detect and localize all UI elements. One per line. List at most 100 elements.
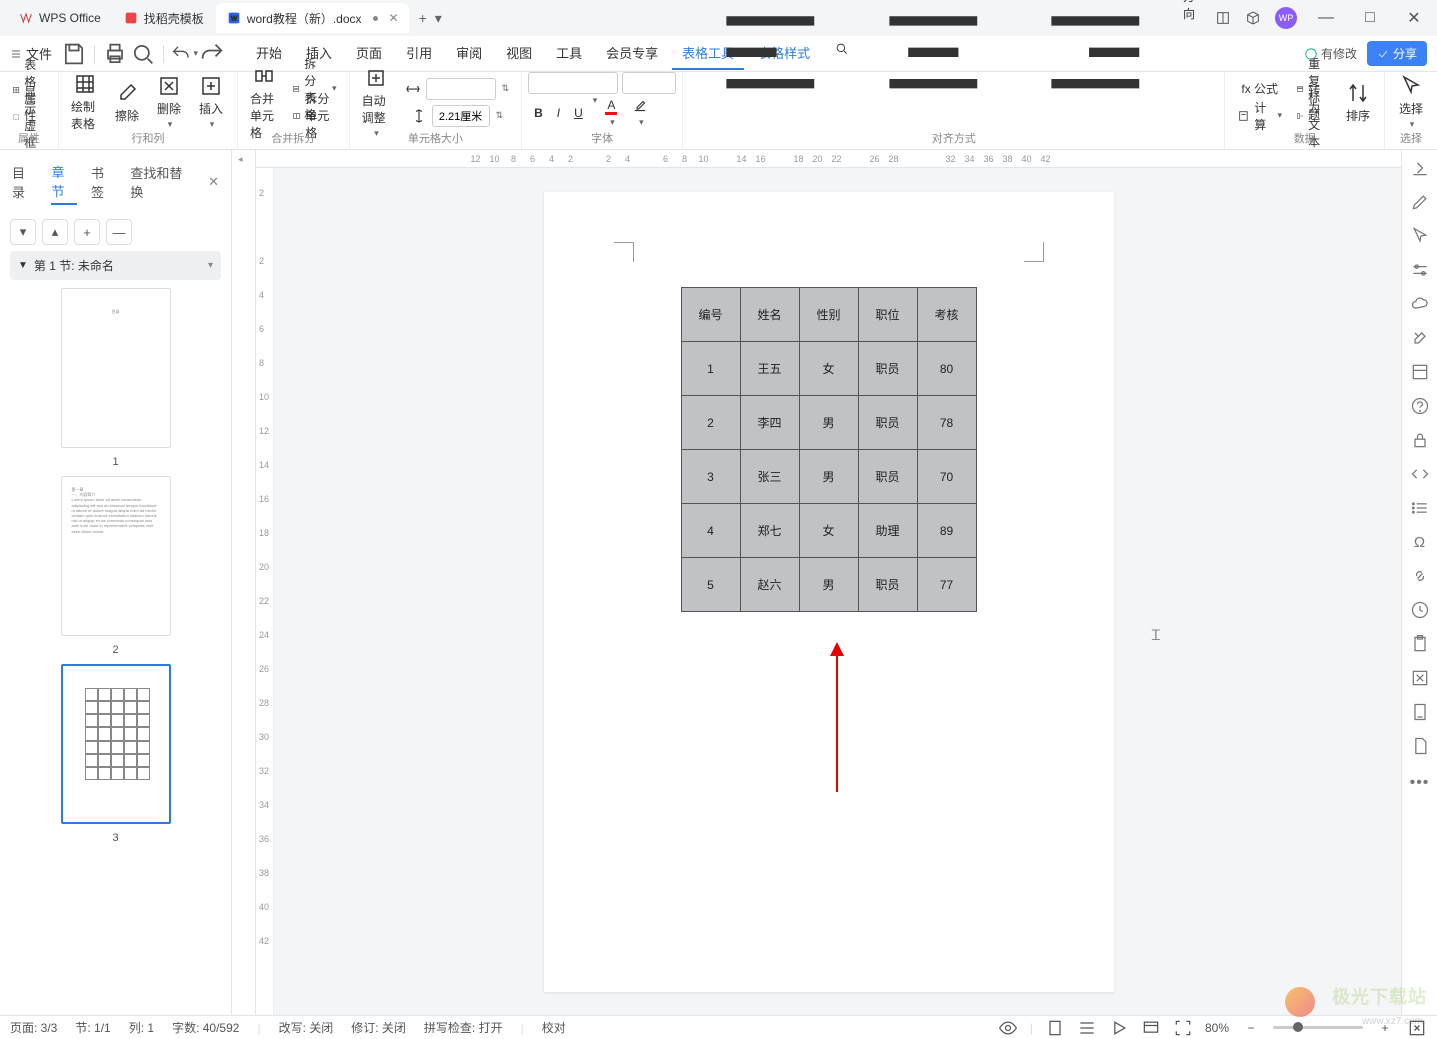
undo-icon[interactable]: ▾ [170, 40, 198, 68]
font-color-button[interactable]: A▾ [599, 95, 623, 130]
table-cell[interactable]: 4 [681, 504, 740, 558]
new-tab-button[interactable]: + [419, 10, 427, 26]
bold-button[interactable]: B [528, 95, 549, 130]
align-bl-button[interactable] [689, 0, 852, 130]
tab-tools[interactable]: 工具 [546, 37, 592, 70]
thumb-page-3[interactable] [61, 664, 171, 824]
tab-dropdown-button[interactable]: ▾ [435, 10, 442, 27]
nav-remove-button[interactable]: — [106, 219, 132, 245]
table-header-cell[interactable]: 姓名 [740, 288, 799, 342]
share-button[interactable]: 分享 [1367, 41, 1427, 66]
section-header[interactable]: ▼ 第 1 节: 未命名 ▾ [10, 251, 221, 280]
clipboard-icon[interactable] [1410, 634, 1430, 654]
table-cell[interactable]: 70 [917, 450, 976, 504]
view-outline-icon[interactable] [1077, 1018, 1097, 1038]
link-icon[interactable] [1410, 566, 1430, 586]
table-cell[interactable]: 1 [681, 342, 740, 396]
close-rail-icon[interactable] [1410, 668, 1430, 688]
select-icon[interactable] [1410, 226, 1430, 246]
table-row[interactable]: 3张三男职员70 [681, 450, 976, 504]
thumb-page-2[interactable]: 第一章一、内容简介Lorem ipsum dolor sit amet cons… [61, 476, 171, 636]
view-web-icon[interactable] [1141, 1018, 1161, 1038]
font-size-select[interactable] [622, 72, 676, 94]
app-tab[interactable]: WPS Office [8, 3, 111, 33]
cube-icon[interactable] [1245, 10, 1261, 26]
status-section[interactable]: 节: 1/1 [75, 1019, 110, 1036]
help-icon[interactable] [1410, 396, 1430, 416]
table-cell[interactable]: 89 [917, 504, 976, 558]
zoom-value[interactable]: 80% [1205, 1021, 1229, 1035]
more-icon[interactable]: ••• [1410, 774, 1430, 792]
collapse-rail-icon[interactable] [1410, 158, 1430, 178]
lock-icon[interactable] [1410, 430, 1430, 450]
nav-add-button[interactable]: + [74, 219, 100, 245]
table-cell[interactable]: 2 [681, 396, 740, 450]
eye-icon[interactable] [998, 1018, 1018, 1038]
tab-reference[interactable]: 引用 [396, 37, 442, 70]
edit-icon[interactable] [1410, 192, 1430, 212]
table-cell[interactable]: 女 [799, 504, 858, 558]
outline-icon[interactable] [1410, 362, 1430, 382]
status-page[interactable]: 页面: 3/3 [10, 1019, 57, 1036]
sort-button[interactable]: 排序 [1338, 74, 1378, 130]
maximize-button[interactable]: □ [1355, 3, 1385, 33]
close-window-button[interactable]: ✕ [1399, 3, 1429, 33]
sidebar-tab-bookmarks[interactable]: 书签 [91, 163, 116, 204]
table-row[interactable]: 1王五女职员80 [681, 342, 976, 396]
thumb-page-1[interactable]: 目录 [61, 288, 171, 448]
zoom-slider[interactable] [1273, 1026, 1363, 1029]
nav-down-button[interactable]: ▾ [10, 219, 36, 245]
align-br-button[interactable] [1014, 0, 1177, 130]
table-cell[interactable]: 77 [917, 558, 976, 612]
table-header-cell[interactable]: 考核 [917, 288, 976, 342]
align-bc-button[interactable] [852, 0, 1015, 130]
table-cell[interactable]: 女 [799, 342, 858, 396]
fit-icon[interactable] [1407, 1018, 1427, 1038]
view-page-icon[interactable] [1045, 1018, 1065, 1038]
settings-icon[interactable] [1410, 260, 1430, 280]
italic-button[interactable]: I [551, 95, 566, 130]
table-cell[interactable]: 职员 [858, 450, 917, 504]
table-cell[interactable]: 男 [799, 558, 858, 612]
table-cell[interactable]: 王五 [740, 342, 799, 396]
status-revision[interactable]: 修订: 关闭 [351, 1019, 406, 1036]
status-words[interactable]: 字数: 40/592 [172, 1019, 239, 1036]
table-cell[interactable]: 赵六 [740, 558, 799, 612]
table-row[interactable]: 5赵六男职员77 [681, 558, 976, 612]
nav-up-button[interactable]: ▴ [42, 219, 68, 245]
width-input[interactable] [426, 78, 496, 100]
template-tab[interactable]: 找稻壳模板 [113, 3, 214, 33]
font-family-select[interactable] [528, 72, 618, 94]
table-cell[interactable]: 男 [799, 450, 858, 504]
merge-cells-button[interactable]: 合并单元格 [244, 74, 284, 130]
minimize-button[interactable]: — [1311, 3, 1341, 33]
status-proof[interactable]: 校对 [542, 1019, 566, 1036]
table-row[interactable]: 4郑七女助理89 [681, 504, 976, 558]
cloud-icon[interactable] [1410, 294, 1430, 314]
zoom-in-button[interactable]: + [1375, 1018, 1395, 1038]
list-icon[interactable] [1410, 498, 1430, 518]
tool-icon[interactable] [1410, 328, 1430, 348]
autofit-button[interactable]: 自动调整▾ [356, 74, 396, 130]
show-gridlines-button[interactable]: 显示虚框 [6, 104, 52, 130]
focus-icon[interactable] [1173, 1018, 1193, 1038]
status-spell[interactable]: 拼写检查: 打开 [424, 1019, 503, 1036]
ruler-toggle-icon[interactable]: ◂ [238, 154, 243, 165]
print-icon[interactable] [101, 40, 129, 68]
status-track[interactable]: 改写: 关闭 [279, 1019, 334, 1036]
tab-close-button[interactable]: ✕ [389, 11, 399, 25]
underline-button[interactable]: U [568, 95, 589, 130]
table-cell[interactable]: 5 [681, 558, 740, 612]
draw-table-button[interactable]: 绘制表格 [65, 74, 105, 130]
doc-icon[interactable] [1410, 736, 1430, 756]
table-cell[interactable]: 男 [799, 396, 858, 450]
play-icon[interactable] [1109, 1018, 1129, 1038]
document-canvas[interactable]: 1210864224681014161820222628323436384042… [256, 150, 1401, 1015]
sidebar-tab-find[interactable]: 查找和替换 [130, 163, 194, 204]
code-icon[interactable] [1410, 464, 1430, 484]
table-cell[interactable]: 3 [681, 450, 740, 504]
calc-button[interactable]: 计算▾ [1231, 103, 1288, 129]
height-input[interactable] [432, 105, 490, 127]
user-avatar[interactable]: WP [1275, 7, 1297, 29]
tab-view[interactable]: 视图 [496, 37, 542, 70]
